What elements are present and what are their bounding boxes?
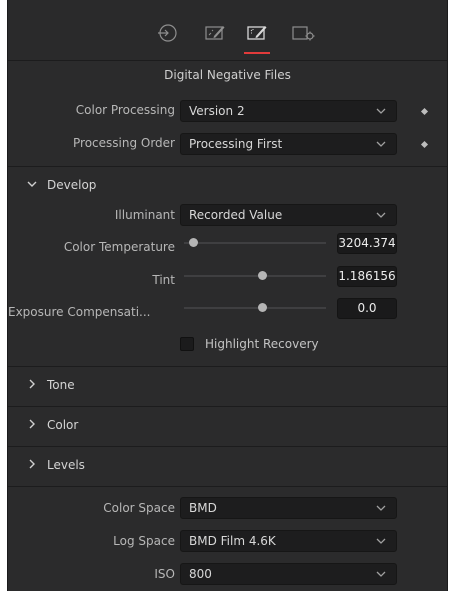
- highlight-recovery-label: Highlight Recovery: [205, 337, 319, 351]
- color-temperature-slider[interactable]: [184, 237, 326, 249]
- section-develop-title: Develop: [47, 178, 97, 192]
- highlight-recovery-checkbox[interactable]: [180, 337, 194, 351]
- exposure-compensation-slider[interactable]: [184, 302, 326, 314]
- section-tone-title: Tone: [47, 378, 75, 392]
- chevron-right-icon: [27, 378, 37, 393]
- section-develop-header[interactable]: Develop: [8, 167, 447, 205]
- exposure-compensation-label: Exposure Compensati...: [8, 305, 151, 319]
- panel-title: Digital Negative Files: [164, 68, 291, 82]
- chevron-down-icon: [376, 502, 386, 516]
- chevron-right-icon: [27, 418, 37, 433]
- input-icon: [158, 24, 177, 42]
- tab-settings[interactable]: [290, 21, 315, 45]
- inspector-panel: Digital Negative Files Color Processing …: [7, 0, 448, 591]
- illuminant-label: Illuminant: [114, 208, 175, 222]
- illuminant-dropdown[interactable]: Recorded Value: [180, 204, 397, 226]
- iso-dropdown[interactable]: 800: [180, 563, 397, 585]
- keyframe-diamond-icon[interactable]: [420, 140, 429, 149]
- color-processing-label: Color Processing: [75, 103, 175, 117]
- inspector-tab-bar: [8, 0, 447, 61]
- chevron-down-icon: [376, 568, 386, 582]
- color-processing-dropdown[interactable]: Version 2: [180, 100, 397, 122]
- processing-order-dropdown[interactable]: Processing First: [180, 133, 397, 155]
- chevron-down-icon: [376, 105, 386, 119]
- color-temperature-label: Color Temperature: [63, 240, 175, 254]
- color-space-value: BMD: [189, 501, 217, 515]
- tint-slider[interactable]: [184, 270, 326, 282]
- color-space-dropdown[interactable]: BMD: [180, 497, 397, 519]
- exposure-compensation-input[interactable]: 0.0: [337, 298, 397, 319]
- chevron-down-icon: [376, 138, 386, 152]
- magic-edit-icon: [247, 26, 267, 40]
- edit-icon: [205, 26, 225, 40]
- illuminant-value: Recorded Value: [189, 208, 283, 222]
- tab-edit[interactable]: [203, 21, 227, 45]
- tint-input[interactable]: 1.186156: [337, 266, 397, 287]
- chevron-down-icon: [376, 535, 386, 549]
- log-space-label: Log Space: [113, 534, 175, 548]
- iso-value: 800: [189, 567, 212, 581]
- color-space-label: Color Space: [103, 501, 175, 515]
- section-levels-title: Levels: [47, 458, 85, 472]
- log-space-dropdown[interactable]: BMD Film 4.6K: [180, 530, 397, 552]
- section-color-title: Color: [47, 418, 79, 432]
- keyframe-diamond-icon[interactable]: [420, 107, 429, 116]
- slider-knob[interactable]: [258, 303, 268, 312]
- settings-icon: [292, 26, 315, 41]
- tab-magic-edit[interactable]: [244, 21, 270, 54]
- processing-order-value: Processing First: [189, 137, 283, 151]
- color-temperature-input[interactable]: 3204.374: [337, 233, 397, 254]
- iso-label: ISO: [154, 567, 175, 581]
- chevron-right-icon: [27, 458, 37, 473]
- color-processing-value: Version 2: [189, 104, 245, 118]
- chevron-down-icon: [27, 178, 37, 193]
- section-tone-header[interactable]: Tone: [8, 367, 447, 405]
- tint-label: Tint: [152, 273, 175, 287]
- chevron-down-icon: [376, 209, 386, 223]
- section-levels-header[interactable]: Levels: [8, 447, 447, 485]
- slider-track: [184, 307, 326, 309]
- slider-track: [184, 242, 326, 244]
- slider-track: [184, 275, 326, 277]
- slider-knob[interactable]: [188, 238, 198, 247]
- section-color-header[interactable]: Color: [8, 407, 447, 445]
- processing-order-label: Processing Order: [73, 136, 175, 150]
- log-space-value: BMD Film 4.6K: [189, 534, 276, 548]
- tab-input[interactable]: [155, 21, 179, 45]
- divider: [8, 486, 447, 487]
- slider-knob[interactable]: [258, 271, 268, 280]
